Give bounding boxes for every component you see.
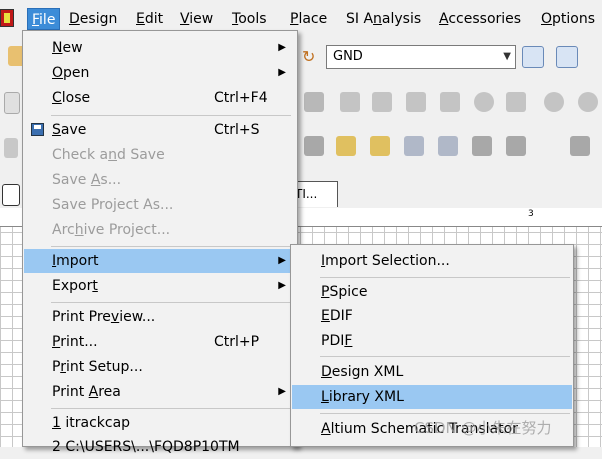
ruler-mark: 3 (528, 209, 534, 219)
menu-item-save-as: Save As... (52, 172, 122, 188)
submenu-arrow-icon: ▶ (278, 386, 286, 397)
properties-icon[interactable] (578, 92, 598, 112)
menu-design[interactable]: Design (65, 8, 121, 30)
menu-place[interactable]: Place (286, 8, 331, 30)
menu-item-export[interactable]: Export ▶ (24, 274, 296, 298)
test-icon[interactable] (506, 92, 526, 112)
table-icon[interactable] (506, 136, 526, 156)
menu-item-recent-1[interactable]: 1 itrackcap (24, 411, 296, 435)
menu-edit[interactable]: Edit (132, 8, 167, 30)
project-tab-icon[interactable] (2, 184, 20, 206)
toolbar-tool-icon[interactable] (4, 138, 18, 158)
zoom-out-icon[interactable] (556, 46, 578, 68)
menu-item-print-area[interactable]: Print Area ▶ (24, 380, 296, 404)
menu-item-design-xml[interactable]: Design XML (292, 360, 572, 384)
place-part-icon[interactable] (336, 136, 356, 156)
forward-icon[interactable] (472, 136, 492, 156)
menu-separator (51, 115, 291, 116)
submenu-arrow-icon: ▶ (278, 42, 286, 53)
redo-icon[interactable]: ↻ (302, 47, 318, 67)
library-icon[interactable] (370, 136, 390, 156)
menu-separator (320, 413, 570, 414)
pin-add-icon[interactable] (372, 92, 392, 112)
menu-item-print-preview[interactable]: Print Preview... (24, 305, 296, 329)
menu-item-library-xml[interactable]: Library XML (292, 385, 572, 409)
menu-item-check-and-save: Check and Save (52, 147, 165, 163)
net-combo[interactable]: GND ▼ (326, 45, 516, 69)
menu-item-archive-project: Archive Project... (52, 222, 171, 238)
circle-icon[interactable] (474, 92, 494, 112)
menu-accessories[interactable]: Accessories (435, 8, 525, 30)
menu-item-pspice[interactable]: PSpice (292, 280, 572, 304)
zoom-in-icon[interactable] (522, 46, 544, 68)
menu-item-save[interactable]: Save Ctrl+S (24, 118, 296, 142)
cart-icon[interactable] (304, 136, 324, 156)
chevron-down-icon: ▼ (503, 51, 511, 62)
submenu-arrow-icon: ▶ (278, 280, 286, 291)
menu-tools[interactable]: Tools (228, 8, 271, 30)
info-icon[interactable] (544, 92, 564, 112)
menu-item-recent-2[interactable]: 2 C:\USERS\...\FQD8P10TM (24, 435, 296, 459)
menu-item-save-project-as: Save Project As... (52, 197, 174, 213)
menu-item-pdif[interactable]: PDIF (292, 329, 572, 353)
menu-item-import[interactable]: Import ▶ (24, 249, 296, 273)
edit-part-icon[interactable] (404, 136, 424, 156)
menu-item-close[interactable]: Close Ctrl+F4 (24, 86, 296, 110)
menu-separator (51, 246, 291, 247)
menu-si-analysis[interactable]: SI Analysis (342, 8, 425, 30)
pin-remove-icon[interactable] (440, 92, 460, 112)
menu-item-edif[interactable]: EDIF (292, 304, 572, 328)
menu-separator (51, 302, 291, 303)
app-icon (0, 9, 14, 27)
menu-item-open[interactable]: Open ▶ (24, 61, 296, 85)
menu-file[interactable]: File (27, 8, 61, 30)
menu-item-new[interactable]: New ▶ (24, 36, 296, 60)
align-icon[interactable] (570, 136, 590, 156)
submenu-arrow-icon: ▶ (278, 255, 286, 266)
menu-separator (51, 408, 291, 409)
pin-icon[interactable] (340, 92, 360, 112)
notes-icon[interactable] (438, 136, 458, 156)
menu-item-print-setup[interactable]: Print Setup... (24, 355, 296, 379)
menu-separator (320, 356, 570, 357)
menu-options[interactable]: Options (537, 8, 599, 30)
menu-view[interactable]: View (176, 8, 217, 30)
file-menu: New ▶ Open ▶ Close Ctrl+F4 Save Ctrl+S Check… (22, 30, 298, 455)
menu-separator (320, 277, 570, 278)
toolbar-field[interactable] (4, 92, 20, 114)
save-icon (31, 123, 44, 136)
menu-item-print[interactable]: Print... Ctrl+P (24, 330, 296, 354)
submenu-arrow-icon: ▶ (278, 67, 286, 78)
schematic-icon[interactable] (304, 92, 324, 112)
watermark: CSDN @小朱在努力 (414, 419, 552, 437)
pin-edit-icon[interactable] (406, 92, 426, 112)
menu-item-import-selection[interactable]: Import Selection... (292, 249, 572, 273)
